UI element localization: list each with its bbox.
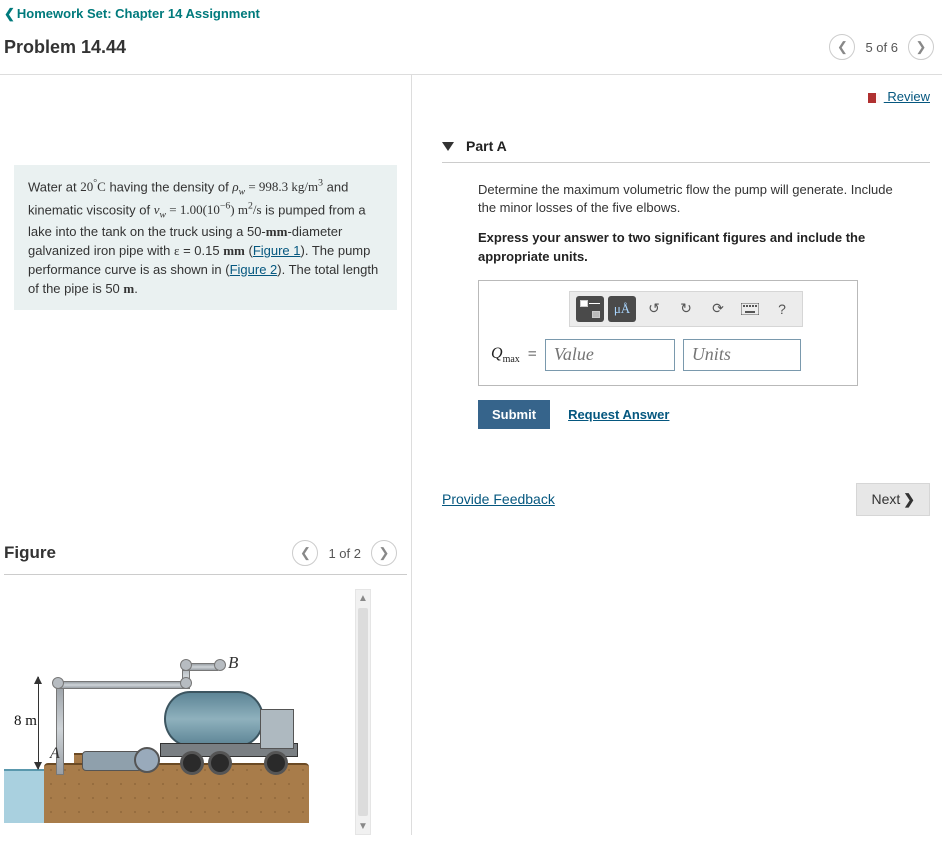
footer-row: Provide Feedback Next❯ bbox=[442, 483, 930, 516]
redo-button[interactable]: ↻ bbox=[672, 296, 700, 322]
dimension-label: 8 m bbox=[14, 713, 37, 730]
equation-toolbar: μÅ ↺ ↻ ⟳ ? bbox=[569, 291, 803, 327]
reset-button[interactable]: ⟳ bbox=[704, 296, 732, 322]
ps-rho: ρw = 998.3 kg/m3 bbox=[232, 179, 323, 194]
figure-1-link[interactable]: Figure 1 bbox=[253, 243, 301, 258]
point-b-label: B bbox=[228, 653, 238, 673]
figure-title: Figure bbox=[4, 543, 56, 563]
help-button[interactable]: ? bbox=[768, 296, 796, 322]
ps-temp: 20°C bbox=[80, 179, 106, 194]
figure-body: 8 m A B ▲ ▼ bbox=[0, 575, 411, 835]
chevron-right-icon: ❯ bbox=[903, 491, 915, 507]
variable-label: Qmax bbox=[491, 345, 520, 365]
ps-text: Water at bbox=[28, 179, 80, 194]
next-label: Next bbox=[871, 491, 900, 507]
review-link[interactable]: Review bbox=[868, 89, 930, 104]
next-problem-button[interactable]: ❯ bbox=[908, 34, 934, 60]
problem-title: Problem 14.44 bbox=[4, 37, 126, 58]
flag-icon bbox=[868, 93, 880, 103]
breadcrumb-link[interactable]: ❮Homework Set: Chapter 14 Assignment bbox=[4, 6, 260, 21]
question-instruction: Express your answer to two significant f… bbox=[478, 229, 912, 265]
answer-box: μÅ ↺ ↻ ⟳ ? Qmax = bbox=[478, 280, 858, 386]
ps-m: m bbox=[123, 281, 134, 296]
part-divider bbox=[442, 162, 930, 163]
pump-body bbox=[82, 751, 142, 771]
point-a-label: A bbox=[50, 745, 60, 763]
ps-text: ( bbox=[245, 243, 253, 258]
figure-drawing: 8 m A B bbox=[4, 613, 309, 823]
figure-2-link[interactable]: Figure 2 bbox=[230, 262, 278, 277]
elbow-icon bbox=[180, 677, 192, 689]
keyboard-icon bbox=[741, 303, 759, 315]
elbow-icon bbox=[214, 659, 226, 671]
breadcrumb[interactable]: ❮Homework Set: Chapter 14 Assignment bbox=[0, 0, 942, 30]
equals-sign: = bbox=[528, 346, 537, 364]
answer-input-row: Qmax = bbox=[491, 339, 845, 371]
request-answer-link[interactable]: Request Answer bbox=[568, 407, 669, 422]
problem-statement: Water at 20°C having the density of ρw =… bbox=[14, 165, 397, 310]
right-column: Review Part A Determine the maximum volu… bbox=[412, 75, 942, 835]
truck-tank bbox=[164, 691, 264, 747]
scroll-down-icon[interactable]: ▼ bbox=[356, 818, 370, 834]
part-header[interactable]: Part A bbox=[442, 132, 930, 162]
figure-next-button[interactable]: ❯ bbox=[371, 540, 397, 566]
review-label: Review bbox=[884, 89, 930, 104]
templates-button[interactable] bbox=[576, 296, 604, 322]
part-title: Part A bbox=[466, 138, 507, 154]
collapse-icon[interactable] bbox=[442, 142, 454, 151]
question-area: Determine the maximum volumetric flow th… bbox=[442, 181, 912, 386]
figure-nav: ❮ 1 of 2 ❯ bbox=[292, 540, 397, 566]
undo-button[interactable]: ↺ bbox=[640, 296, 668, 322]
ps-text: having the density of bbox=[106, 179, 232, 194]
problem-nav: ❮ 5 of 6 ❯ bbox=[829, 34, 934, 60]
figure-scrollbar[interactable]: ▲ ▼ bbox=[355, 589, 371, 835]
figure-position: 1 of 2 bbox=[328, 546, 361, 561]
breadcrumb-label: Homework Set: Chapter 14 Assignment bbox=[17, 6, 260, 21]
figure-header: Figure ❮ 1 of 2 ❯ bbox=[0, 530, 411, 574]
ps-mm: mm bbox=[266, 224, 288, 239]
ps-text: . bbox=[134, 281, 138, 296]
fraction-icon bbox=[580, 300, 600, 318]
pipe-horizontal-1 bbox=[56, 681, 186, 689]
scroll-thumb[interactable] bbox=[358, 608, 368, 816]
keyboard-button[interactable] bbox=[736, 296, 764, 322]
header-row: Problem 14.44 ❮ 5 of 6 ❯ bbox=[0, 30, 942, 74]
chevron-left-icon: ❮ bbox=[4, 6, 15, 21]
value-input[interactable] bbox=[545, 339, 675, 371]
submit-row: Submit Request Answer bbox=[478, 400, 930, 429]
figure-prev-button[interactable]: ❮ bbox=[292, 540, 318, 566]
question-text: Determine the maximum volumetric flow th… bbox=[478, 181, 912, 217]
ps-nu: νw = 1.00(10−6) m2/s bbox=[154, 202, 262, 217]
next-button[interactable]: Next❯ bbox=[856, 483, 930, 516]
prev-problem-button[interactable]: ❮ bbox=[829, 34, 855, 60]
special-chars-button[interactable]: μÅ bbox=[608, 296, 636, 322]
provide-feedback-link[interactable]: Provide Feedback bbox=[442, 491, 555, 507]
truck-cab bbox=[260, 709, 294, 749]
ps-text: = 0.15 bbox=[179, 243, 223, 258]
dimension-arrow bbox=[38, 677, 39, 769]
problem-position: 5 of 6 bbox=[865, 40, 898, 55]
scroll-up-icon[interactable]: ▲ bbox=[356, 590, 370, 606]
left-column: Water at 20°C having the density of ρw =… bbox=[0, 75, 412, 835]
submit-button[interactable]: Submit bbox=[478, 400, 550, 429]
units-input[interactable] bbox=[683, 339, 801, 371]
ps-mm2: mm bbox=[223, 243, 245, 258]
